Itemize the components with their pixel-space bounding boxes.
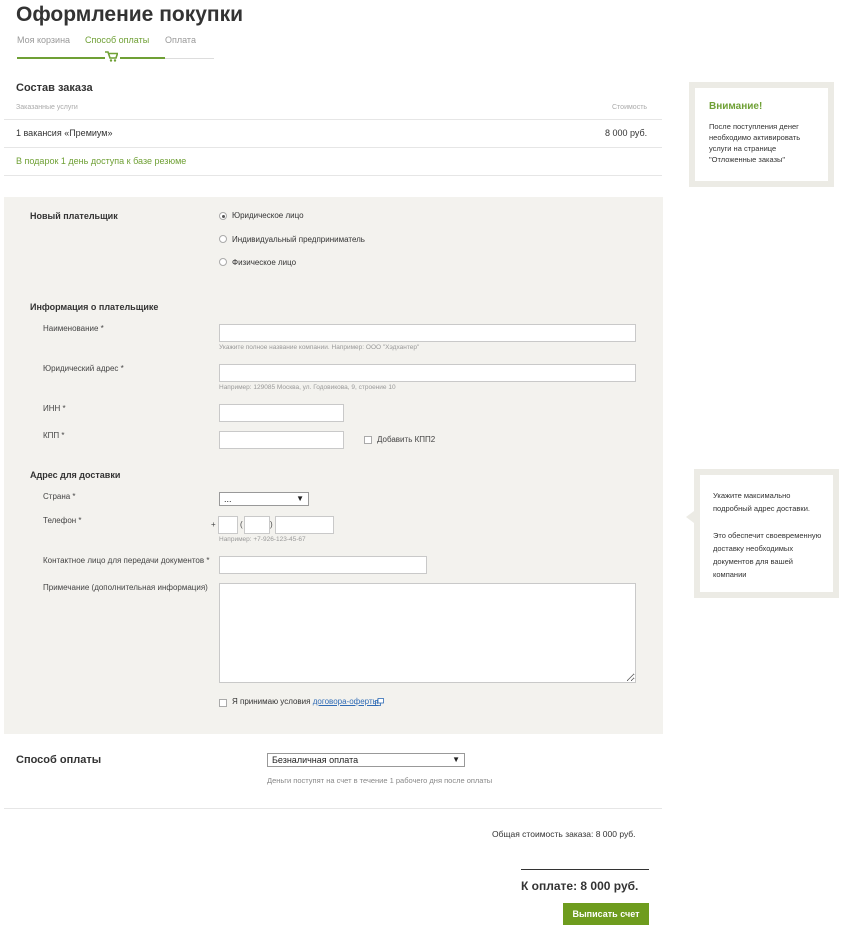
total-divider bbox=[521, 869, 649, 870]
delivery-title: Адрес для доставки bbox=[30, 470, 121, 480]
phone-country-code-input[interactable] bbox=[218, 516, 238, 534]
phone-area-code-input[interactable] bbox=[244, 516, 270, 534]
radio-individual[interactable] bbox=[219, 258, 227, 266]
cart-icon bbox=[105, 51, 118, 62]
page-title: Оформление покупки bbox=[16, 3, 244, 26]
dropdown-arrow-icon: ▼ bbox=[452, 755, 460, 764]
accept-terms-text: Я принимаю условия bbox=[232, 697, 311, 706]
note-textarea[interactable] bbox=[219, 583, 636, 683]
note-label: Примечание (дополнительная информация) bbox=[43, 583, 208, 592]
divider bbox=[4, 808, 662, 809]
add-kpp2-checkbox[interactable] bbox=[364, 436, 372, 444]
contact-label: Контактное лицо для передачи документов … bbox=[43, 556, 210, 565]
offer-contract-link[interactable]: договора-оферты bbox=[313, 697, 379, 706]
inn-input[interactable] bbox=[219, 404, 344, 422]
order-col-services: Заказанные услуги bbox=[16, 104, 78, 111]
kpp-label: КПП * bbox=[43, 431, 65, 440]
order-item-name: 1 вакансия «Премиум» bbox=[16, 128, 113, 138]
progress-line-current bbox=[120, 57, 165, 59]
inn-label: ИНН * bbox=[43, 404, 66, 413]
kpp-input[interactable] bbox=[219, 431, 344, 449]
company-name-input[interactable] bbox=[219, 324, 636, 342]
country-select[interactable]: ... ▼ bbox=[219, 492, 309, 506]
country-label: Страна * bbox=[43, 492, 76, 501]
phone-paren-open: ( bbox=[240, 520, 243, 529]
legal-address-input[interactable] bbox=[219, 364, 636, 382]
step-payment-method: Способ оплаты bbox=[85, 35, 150, 45]
add-kpp2-label[interactable]: Добавить КПП2 bbox=[377, 435, 435, 444]
radio-individual-entrepreneur[interactable] bbox=[219, 235, 227, 243]
country-select-value: ... bbox=[224, 494, 232, 504]
order-col-price: Стоимость bbox=[612, 104, 648, 111]
divider bbox=[4, 147, 662, 148]
progress-line-done bbox=[17, 57, 105, 59]
phone-plus: + bbox=[211, 520, 216, 529]
order-total: Общая стоимость заказа: 8 000 руб. bbox=[492, 829, 636, 839]
progress-line-pending bbox=[165, 58, 214, 59]
payment-hint: Деньги поступят на счет в течение 1 рабо… bbox=[267, 776, 493, 785]
issue-invoice-button[interactable]: Выписать счет bbox=[563, 903, 649, 925]
notice-title: Внимание! bbox=[709, 101, 763, 112]
delivery-tip-box: Укажите максимально подробный адрес дост… bbox=[694, 469, 839, 598]
divider bbox=[4, 119, 662, 120]
step-my-cart[interactable]: Моя корзина bbox=[17, 35, 70, 45]
dropdown-arrow-icon: ▼ bbox=[296, 494, 304, 503]
contact-person-input[interactable] bbox=[219, 556, 427, 574]
order-item-price: 8 000 руб. bbox=[605, 128, 648, 138]
accept-terms-checkbox[interactable] bbox=[219, 699, 227, 707]
address-hint: Например: 129085 Москва, ул. Годовикова,… bbox=[219, 384, 396, 391]
accept-terms-label: Я принимаю условия договора-оферты bbox=[232, 697, 378, 706]
new-payer-title: Новый плательщик bbox=[30, 211, 118, 221]
phone-number-input[interactable] bbox=[275, 516, 334, 534]
external-link-icon[interactable] bbox=[375, 698, 384, 706]
address-label: Юридический адрес * bbox=[43, 364, 124, 373]
payment-method-select[interactable]: Безналичная оплата ▼ bbox=[267, 753, 465, 767]
order-title: Состав заказа bbox=[16, 82, 93, 94]
phone-hint: Например: +7-926-123-45-67 bbox=[219, 536, 306, 543]
notice-text: После поступления денег необходимо актив… bbox=[709, 122, 801, 164]
radio-legal-entity[interactable] bbox=[219, 212, 227, 220]
payment-title: Способ оплаты bbox=[16, 754, 102, 766]
radio-individual-entrepreneur-label[interactable]: Индивидуальный предприниматель bbox=[232, 235, 365, 244]
divider bbox=[4, 175, 662, 176]
amount-to-pay: К оплате: 8 000 руб. bbox=[521, 879, 639, 893]
phone-paren-close: ) bbox=[270, 520, 273, 529]
name-hint: Укажите полное название компании. Наприм… bbox=[219, 344, 420, 351]
payer-info-title: Информация о плательщике bbox=[30, 302, 159, 312]
delivery-tip-p1: Укажите максимально подробный адрес дост… bbox=[713, 491, 810, 513]
notice-box: Внимание! После поступления денег необхо… bbox=[689, 82, 834, 187]
payment-method-value: Безналичная оплата bbox=[272, 755, 359, 765]
name-label: Наименование * bbox=[43, 324, 104, 333]
tip-pointer bbox=[686, 511, 694, 523]
phone-label: Телефон * bbox=[43, 516, 82, 525]
step-payment: Оплата bbox=[165, 35, 196, 45]
delivery-tip-p2: Это обеспечит своевременную доставку нео… bbox=[713, 531, 822, 579]
radio-individual-label[interactable]: Физическое лицо bbox=[232, 258, 296, 267]
radio-legal-entity-label[interactable]: Юридическое лицо bbox=[232, 211, 304, 220]
gift-text: В подарок 1 день доступа к базе резюме bbox=[16, 156, 187, 166]
